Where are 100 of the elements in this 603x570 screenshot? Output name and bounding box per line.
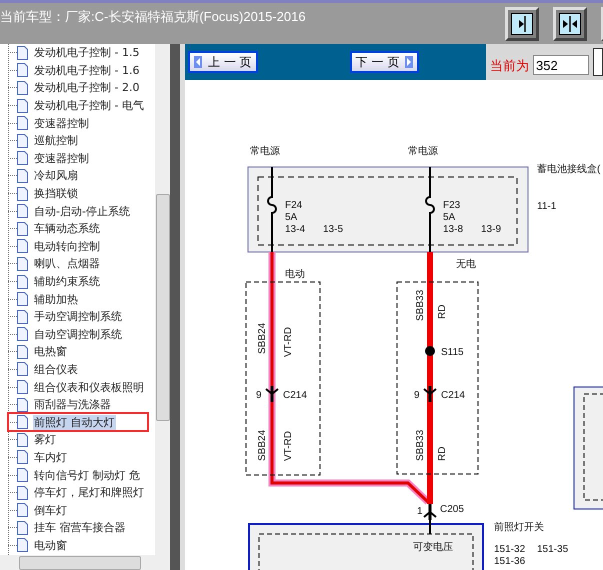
document-icon <box>17 46 28 60</box>
tree-item[interactable]: 巡航控制 <box>33 133 79 148</box>
document-icon <box>17 415 28 430</box>
document-icon <box>17 204 28 218</box>
wire-color-label: RD <box>437 446 448 461</box>
toolbar-button[interactable] <box>505 7 539 41</box>
circuit-label: SBB24 <box>257 322 268 354</box>
wire-color-label: RD <box>437 304 448 319</box>
supply-label: 常电源 <box>250 146 280 157</box>
tree-item[interactable]: 辅助加热 <box>33 292 79 307</box>
tree-item[interactable]: 车辆动态系统 <box>33 221 101 236</box>
wire-color-label: VT-RD <box>283 327 294 357</box>
tree-item[interactable]: 停车灯，尾灯和牌照灯 <box>33 485 145 500</box>
pin-number: 151-36 <box>494 556 526 567</box>
fuse-rating: 5A <box>285 212 298 223</box>
document-icon <box>17 134 28 148</box>
next-page-button[interactable]: 下 一 页 <box>350 51 420 73</box>
pin-number: 13-9 <box>481 224 502 235</box>
document-icon <box>17 380 28 394</box>
connector-symbol <box>423 386 437 402</box>
document-icon <box>17 186 28 201</box>
tree-item[interactable]: 转向信号灯 制动灯 危 <box>33 468 141 483</box>
tree-item[interactable]: 发动机电子控制 - 1.5 <box>33 45 140 60</box>
tree-item[interactable]: 电热窗 <box>33 344 68 360</box>
document-icon <box>17 310 28 324</box>
tree-item[interactable]: 变速器控制 <box>33 150 90 166</box>
pin-number: 151-32 <box>494 544 526 555</box>
circuit-label: SBB33 <box>415 430 426 461</box>
pin-number: 9 <box>414 390 420 401</box>
splice-label: S115 <box>441 347 464 358</box>
wire-color-label: VT-RD <box>283 431 294 461</box>
pin-number: 13-5 <box>323 224 344 235</box>
go-button[interactable] <box>593 48 603 76</box>
connector-label: C214 <box>283 390 307 401</box>
tree-item[interactable]: 喇叭、点烟器 <box>33 256 101 272</box>
tree-item[interactable]: 倒车灯 <box>33 502 68 518</box>
document-icon <box>17 344 28 359</box>
tree-item[interactable]: 冷却风扇 <box>33 168 79 184</box>
document-icon <box>17 256 28 271</box>
tree-item[interactable]: 车内灯 <box>33 450 68 465</box>
fuse-id: F23 <box>443 200 460 211</box>
tree-item[interactable]: 发动机电子控制 - 1.6 <box>33 62 140 78</box>
tree-item[interactable]: 电动转向控制 <box>33 238 101 254</box>
wire <box>429 520 431 534</box>
switch-inner-label: 可变电压 <box>413 542 453 553</box>
component-name: 前照灯开关 <box>494 522 544 533</box>
tree-item[interactable]: 换挡联锁 <box>33 186 79 202</box>
circuit-label: SBB24 <box>257 430 268 461</box>
document-icon <box>17 151 28 166</box>
pin-number: 9 <box>256 390 262 401</box>
supply-label: 常电源 <box>408 146 438 157</box>
connector-symbol <box>423 504 437 520</box>
arrows-inward-icon <box>559 13 581 35</box>
tree-item[interactable]: 组合仪表 <box>33 362 79 377</box>
document-icon <box>17 450 28 464</box>
pin-number: 13-4 <box>285 224 306 235</box>
tree-item[interactable]: 发动机电子控制 - 2.0 <box>33 80 140 96</box>
document-icon <box>17 468 28 482</box>
tree-item[interactable]: 手动空调控制系统 <box>33 309 123 324</box>
tree-item[interactable]: 组合仪表和仪表板照明 <box>33 380 145 395</box>
toolbar-button[interactable] <box>553 7 587 41</box>
tree-item[interactable]: 辅助约束系统 <box>33 274 101 290</box>
tree-item[interactable]: 雨刮器与洗涤器 <box>33 397 112 412</box>
horizontal-scrollbar[interactable] <box>0 555 170 570</box>
document-icon <box>17 98 28 113</box>
document-icon <box>17 520 28 535</box>
tree-item[interactable]: 挂车 宿营车接合器 <box>33 520 126 536</box>
circuit-label: SBB33 <box>415 290 426 321</box>
window-title: 当前车型：厂家:C-长安福特福克斯(Focus)2015-2016 <box>0 8 306 26</box>
connector-label: C214 <box>441 390 465 401</box>
tree-item[interactable]: 变速器控制 <box>33 116 90 131</box>
document-icon <box>17 168 28 183</box>
tree-item[interactable]: 电动窗 <box>33 538 68 553</box>
fuse-id: F24 <box>285 200 302 211</box>
document-icon <box>17 486 28 500</box>
document-icon <box>17 292 28 306</box>
splitter[interactable] <box>170 44 185 570</box>
component-name: 蓄电池接线盒( <box>537 164 600 175</box>
left-arrow-icon <box>194 56 202 68</box>
current-page-label: 当前为 <box>490 58 529 75</box>
document-icon <box>17 222 28 236</box>
wire-note: 无电 <box>456 259 476 270</box>
tree-item[interactable]: 发动机电子控制 - 电气 <box>33 98 145 114</box>
tree-item[interactable]: 前照灯 自动大灯 <box>33 414 116 430</box>
wire-note: 电动 <box>285 269 305 280</box>
tree-item[interactable]: 自动空调控制系统 <box>33 326 123 342</box>
vertical-scrollbar[interactable] <box>155 44 170 555</box>
document-icon <box>17 327 28 342</box>
arrow-right-bar-icon <box>511 13 533 35</box>
previous-page-button[interactable]: 上 一 页 <box>188 51 258 73</box>
pin-number: 13-8 <box>443 224 464 235</box>
tree-item[interactable]: 雾灯 <box>33 432 57 448</box>
pin-number: 151-35 <box>537 544 568 555</box>
document-icon <box>17 398 28 412</box>
pin-number: 1 <box>417 506 423 517</box>
right-arrow-icon <box>405 56 414 68</box>
connector-label: C205 <box>440 504 464 515</box>
tree-item[interactable]: 自动-启动-停止系统 <box>33 204 131 219</box>
document-icon <box>17 80 28 95</box>
page-number-field[interactable]: 352 <box>533 55 589 75</box>
